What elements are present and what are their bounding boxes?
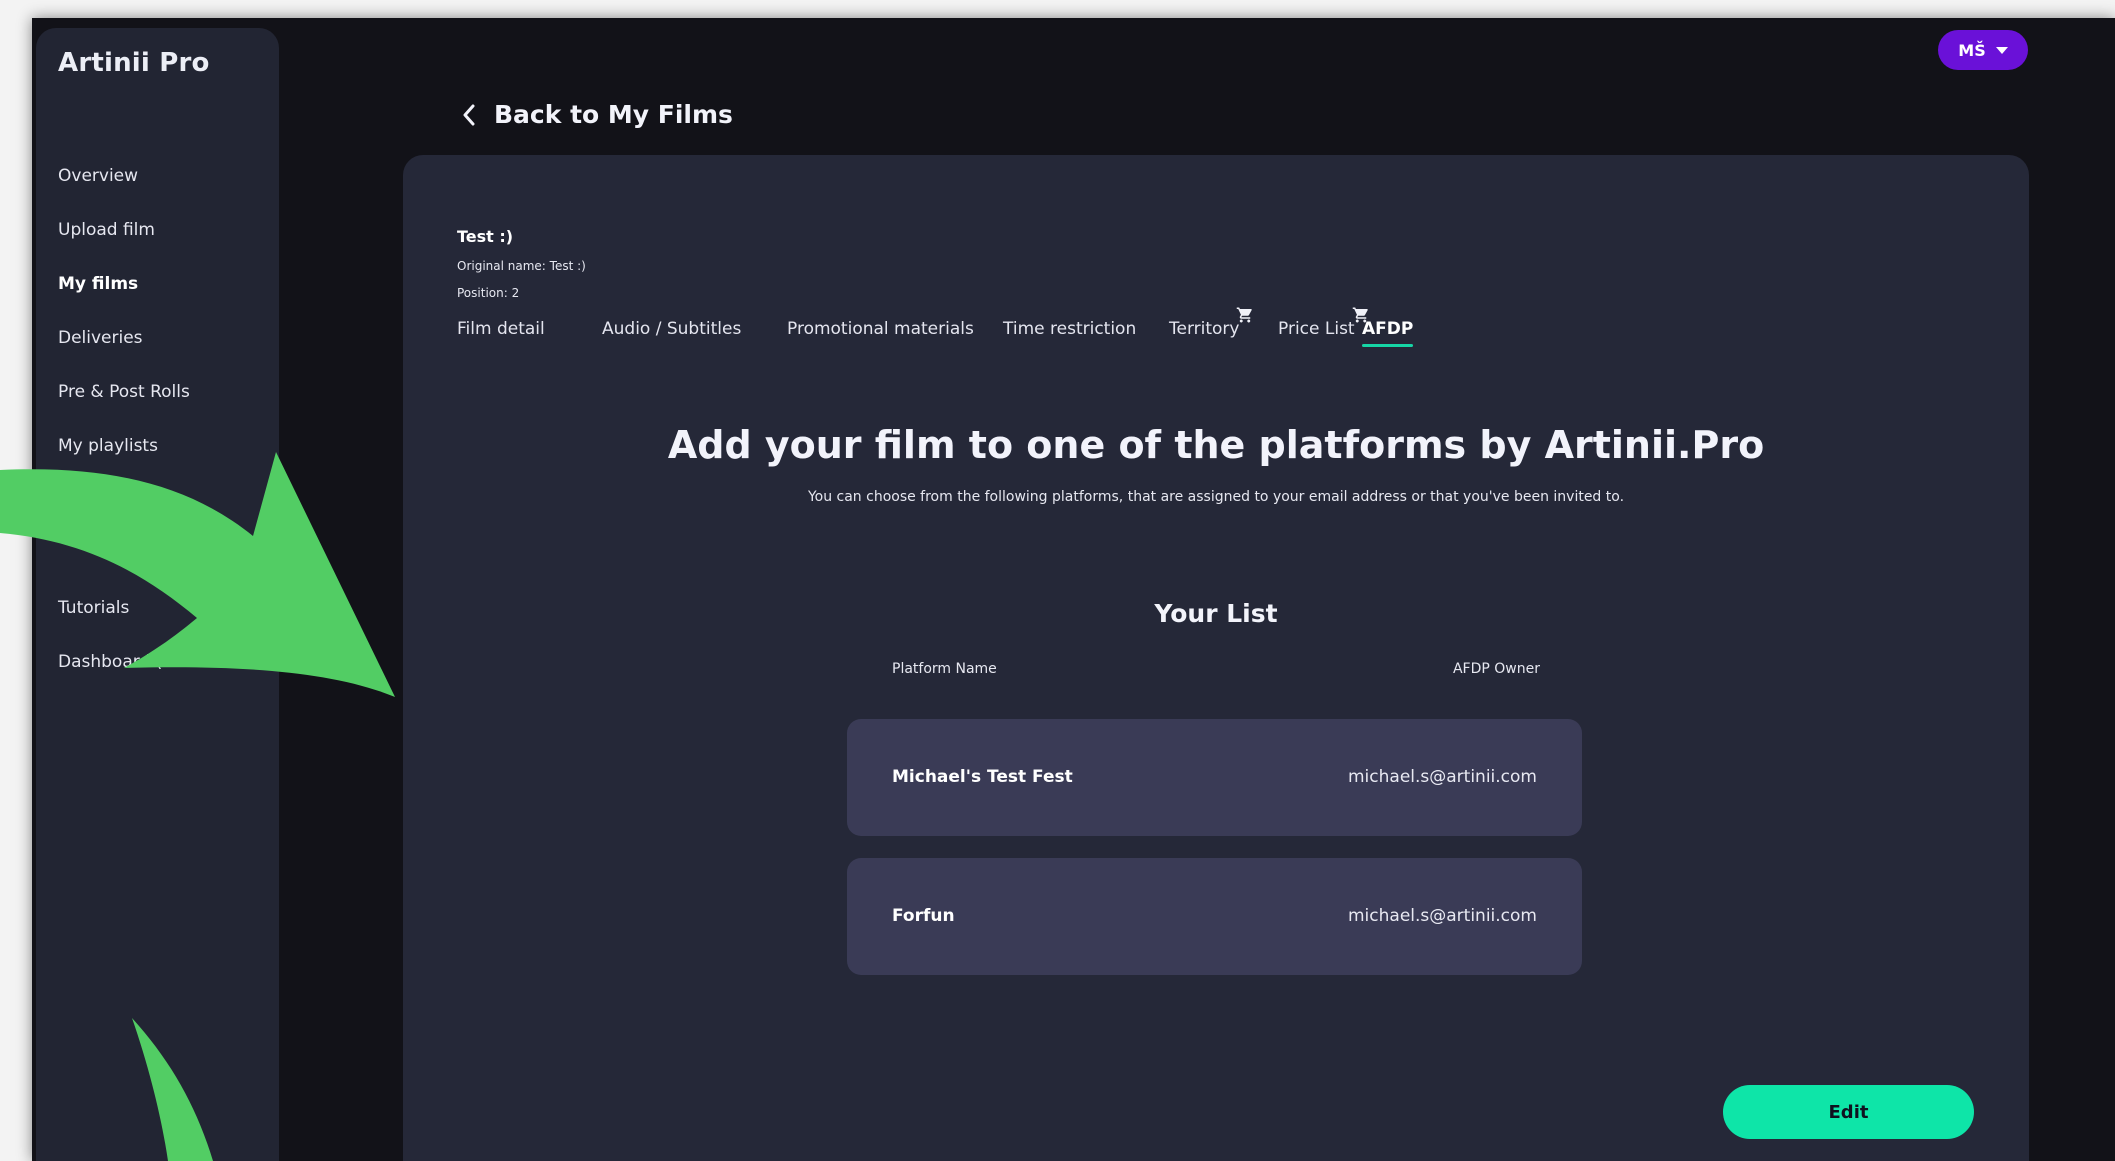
sidebar-item-tutorials[interactable]: Tutorials xyxy=(58,598,129,618)
edit-button[interactable]: Edit xyxy=(1723,1085,1974,1139)
film-position: Position: 2 xyxy=(457,286,520,300)
film-original-name: Original name: Test :) xyxy=(457,259,586,273)
afdp-heading: Add your film to one of the platforms by… xyxy=(667,423,1765,467)
list-title: Your List xyxy=(1154,599,1278,628)
sidebar: Artinii Pro Overview Upload film My film… xyxy=(36,28,279,1161)
tab-time-restriction[interactable]: Time restriction xyxy=(1003,319,1136,339)
sidebar-item-overview[interactable]: Overview xyxy=(58,166,138,186)
platform-row[interactable]: Forfun michael.s@artinii.com xyxy=(847,858,1582,975)
film-title: Test :) xyxy=(457,227,514,246)
tab-afdp[interactable]: AFDP xyxy=(1362,319,1414,347)
artinii-logo[interactable]: Artinii Pro xyxy=(58,48,210,78)
platform-name: Michael's Test Fest xyxy=(892,767,1073,787)
sidebar-item-deliveries[interactable]: Deliveries xyxy=(58,328,143,348)
tab-promotional-materials[interactable]: Promotional materials xyxy=(787,319,974,339)
chevron-left-icon xyxy=(463,104,475,125)
cart-icon xyxy=(1236,307,1252,323)
platform-owner: michael.s@artinii.com xyxy=(1348,906,1537,926)
platform-name: Forfun xyxy=(892,906,955,926)
sidebar-item-upload-film[interactable]: Upload film xyxy=(58,220,155,240)
tab-audio-subtitles[interactable]: Audio / Subtitles xyxy=(602,319,741,339)
column-header-platform: Platform Name xyxy=(892,661,997,677)
back-to-my-films-link[interactable]: Back to My Films xyxy=(462,100,733,129)
sidebar-item-dashboard[interactable]: Dashboard (le xyxy=(58,652,177,672)
sidebar-item-pre-post-rolls[interactable]: Pre & Post Rolls xyxy=(58,382,190,402)
logo-text: Artinii Pro xyxy=(58,48,210,78)
sidebar-item-my-playlists[interactable]: My playlists xyxy=(58,436,158,456)
user-menu-button[interactable]: MŠ xyxy=(1938,30,2028,70)
app-window: Artinii Pro Overview Upload film My film… xyxy=(32,18,2115,1161)
tab-territory[interactable]: Territory xyxy=(1169,319,1239,339)
afdp-subheading: You can choose from the following platfo… xyxy=(807,489,1625,505)
user-initials: MŠ xyxy=(1958,40,1986,60)
film-panel: Test :) Original name: Test :) Position:… xyxy=(403,155,2029,1161)
sidebar-item-my-films[interactable]: My films xyxy=(58,274,138,294)
tab-film-detail[interactable]: Film detail xyxy=(457,319,545,339)
chevron-down-icon xyxy=(1995,46,2008,54)
column-header-owner: AFDP Owner xyxy=(1452,661,1540,677)
platform-owner: michael.s@artinii.com xyxy=(1348,767,1537,787)
platform-row[interactable]: Michael's Test Fest michael.s@artinii.co… xyxy=(847,719,1582,836)
tab-price-list[interactable]: Price List xyxy=(1278,319,1355,339)
back-label: Back to My Films xyxy=(494,100,733,129)
